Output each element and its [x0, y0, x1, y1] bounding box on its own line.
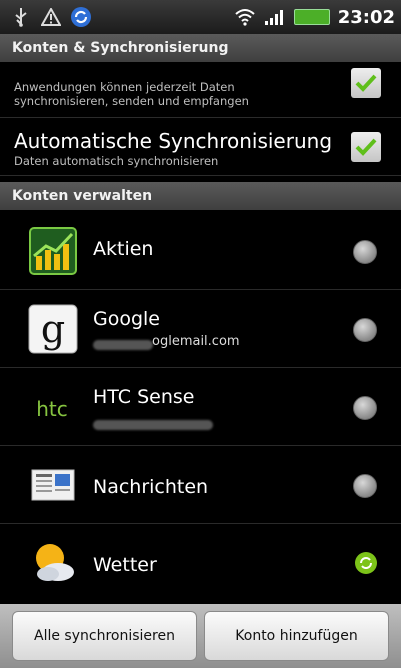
- account-name: Aktien: [93, 238, 154, 260]
- wifi-icon: [234, 6, 256, 28]
- htc-icon: htc: [28, 382, 78, 432]
- sync-status-icon: [353, 474, 377, 498]
- status-bar: 23:02: [0, 0, 401, 34]
- checkmark-icon: [355, 138, 377, 156]
- sync-all-button[interactable]: Alle synchronisieren: [12, 611, 197, 661]
- account-name: Wetter: [93, 554, 157, 576]
- redacted-email: [93, 420, 213, 430]
- account-name: Nachrichten: [93, 476, 209, 498]
- section-header-accounts-sync: Konten & Synchronisierung: [0, 34, 401, 62]
- checkmark-icon: [355, 74, 377, 92]
- add-account-button[interactable]: Konto hinzufügen: [204, 611, 389, 661]
- bottom-button-bar: Alle synchronisieren Konto hinzufügen: [0, 604, 401, 668]
- redacted-email: [93, 340, 153, 350]
- google-icon: g: [28, 304, 78, 354]
- battery-icon: [293, 9, 330, 25]
- sync-active-icon: [355, 552, 377, 574]
- status-right: 23:02: [234, 6, 395, 28]
- warning-icon: [40, 6, 62, 28]
- sync-status-icon: [353, 240, 377, 264]
- account-row-nachrichten[interactable]: Nachrichten: [0, 446, 401, 524]
- svg-text:htc: htc: [36, 397, 68, 421]
- account-row-wetter[interactable]: Wetter: [0, 524, 401, 602]
- sync-status-icon: [353, 318, 377, 342]
- account-row-google[interactable]: g Google oglemail.com: [0, 290, 401, 368]
- stocks-icon: [28, 226, 78, 276]
- news-icon: [28, 460, 78, 510]
- sync-status-icon: [353, 396, 377, 420]
- setting-auto-sync[interactable]: Automatische Synchronisierung Daten auto…: [0, 118, 401, 176]
- weather-icon: [28, 538, 78, 588]
- svg-text:g: g: [41, 307, 65, 351]
- signal-icon: [264, 6, 286, 28]
- account-row-htc-sense[interactable]: htc HTC Sense: [0, 368, 401, 446]
- background-data-checkbox[interactable]: [351, 68, 381, 98]
- account-email: oglemail.com: [152, 334, 240, 349]
- account-row-aktien[interactable]: Aktien: [0, 212, 401, 290]
- status-left: [10, 6, 92, 28]
- setting-auto-sync-subtitle: Daten automatisch synchronisieren: [14, 154, 219, 168]
- setting-background-data-subtitle: Anwendungen können jederzeit Daten synch…: [14, 80, 249, 108]
- usb-icon: [10, 6, 32, 28]
- account-name: Google: [93, 308, 161, 330]
- auto-sync-checkbox[interactable]: [351, 132, 381, 162]
- setting-auto-sync-title: Automatische Synchronisierung: [14, 129, 333, 153]
- status-time: 23:02: [337, 6, 395, 28]
- setting-background-data[interactable]: Anwendungen können jederzeit Daten synch…: [0, 62, 401, 118]
- sync-app-icon: [70, 6, 92, 28]
- account-name: HTC Sense: [93, 386, 195, 408]
- section-header-manage-accounts: Konten verwalten: [0, 182, 401, 210]
